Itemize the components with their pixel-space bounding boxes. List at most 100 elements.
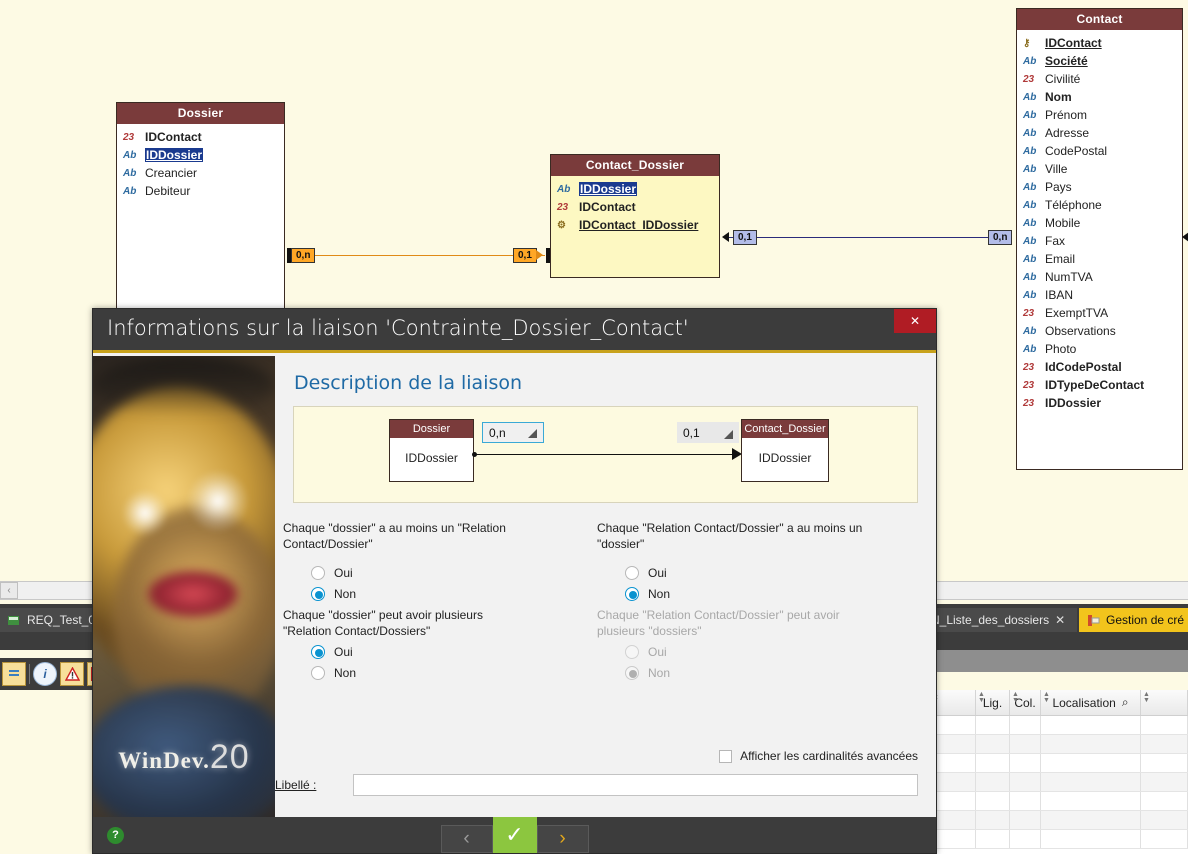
table-row[interactable] [930, 773, 1188, 792]
field-row[interactable]: 23 IdCodePostal [1023, 358, 1182, 376]
field-row[interactable]: 23 IDContact [557, 198, 719, 216]
dialog-footer: ? ‹ ✓ › [93, 817, 936, 853]
field-row[interactable]: Ab Ville [1023, 160, 1182, 178]
table-row[interactable] [930, 792, 1188, 811]
question-left-max-options: Oui Non [311, 641, 533, 683]
field-row[interactable]: 23 IDDossier [1023, 394, 1182, 412]
field-label: Fax [1045, 234, 1066, 248]
radio-left-max-non[interactable]: Non [311, 662, 533, 683]
radio-right-max-non: Non [625, 662, 887, 683]
radio-left-max-oui[interactable]: Oui [311, 641, 533, 662]
table-row[interactable] [930, 830, 1188, 849]
field-row[interactable]: ⚙ IDContact_IDDossier [557, 216, 719, 234]
entity-dossier[interactable]: Dossier 23 IDContact Ab IDDossier Ab Cre… [116, 102, 285, 311]
radio-right-min-non[interactable]: Non [625, 583, 907, 604]
grid-header-end[interactable]: ▲ ▼ [1141, 690, 1188, 715]
tab-en-liste-des-dossiers[interactable]: EN_Liste_des_dossiers ✕ [915, 608, 1077, 632]
preview-entity-right-name: Contact_Dossier [742, 420, 828, 438]
field-row[interactable]: Ab Pays [1023, 178, 1182, 196]
field-row[interactable]: Ab IBAN [1023, 286, 1182, 304]
text-icon: Ab [1023, 235, 1037, 247]
checkbox-icon[interactable] [719, 749, 733, 763]
question-left-min-options: Oui Non [311, 562, 583, 604]
close-button[interactable]: ✕ [894, 309, 936, 333]
cardinality-0n-right[interactable]: 0,n [988, 230, 1013, 245]
field-row[interactable]: 23 Civilité [1023, 70, 1182, 88]
table-row[interactable] [930, 716, 1188, 735]
close-icon[interactable]: ✕ [1055, 613, 1065, 627]
grid-header-lig[interactable]: ▲ ▼ Lig. [976, 690, 1010, 715]
left-cardinality-select[interactable]: 0,n [482, 422, 544, 443]
field-row[interactable]: Ab Société [1023, 52, 1182, 70]
link-contactdossier-contact[interactable] [726, 237, 988, 238]
link-preview-diagram: Dossier IDDossier 0,n 0,1 Contact_Dossie… [293, 406, 918, 503]
radio-right-min-oui[interactable]: Oui [625, 562, 907, 583]
field-row[interactable]: Ab Mobile [1023, 214, 1182, 232]
field-row[interactable]: Ab IDDossier [123, 146, 284, 164]
preview-entity-right[interactable]: Contact_Dossier IDDossier [741, 419, 829, 482]
radio-label: Non [334, 665, 357, 680]
text-icon: Ab [1023, 145, 1037, 157]
search-icon[interactable]: ⌕ [1122, 695, 1129, 710]
grid-header-localisation[interactable]: ▲ ▼ Localisation ⌕ [1041, 690, 1141, 715]
radio-left-min-oui[interactable]: Oui [311, 562, 583, 583]
field-row[interactable]: Ab Adresse [1023, 124, 1182, 142]
field-row[interactable]: Ab Prénom [1023, 106, 1182, 124]
number-icon: 23 [1023, 397, 1035, 409]
question-right-max: Chaque "Relation Contact/Dossier" peut a… [597, 607, 887, 683]
tab-gestion-de-cre[interactable]: Gestion de cré [1079, 608, 1188, 632]
field-row[interactable]: Ab Photo [1023, 340, 1182, 358]
field-row[interactable]: Ab Email [1023, 250, 1182, 268]
field-row[interactable]: Ab Nom [1023, 88, 1182, 106]
advanced-cardinalities-row[interactable]: Afficher les cardinalités avancées [719, 749, 918, 763]
previous-button[interactable]: ‹ [440, 825, 493, 853]
dialog-titlebar: Informations sur la liaison 'Contrainte_… [93, 309, 936, 353]
table-row[interactable] [930, 754, 1188, 773]
preview-entity-right-field: IDDossier [758, 451, 812, 465]
cardinality-01-left[interactable]: 0,1 [513, 248, 537, 263]
next-button[interactable]: › [536, 825, 589, 853]
radio-left-min-non[interactable]: Non [311, 583, 583, 604]
help-button[interactable]: ? [107, 826, 124, 844]
dialog-content: Description de la liaison Dossier IDDoss… [275, 356, 936, 817]
table-row[interactable] [930, 735, 1188, 754]
link-information-dialog[interactable]: Informations sur la liaison 'Contrainte_… [92, 308, 937, 854]
scroll-left-button[interactable]: ‹ [0, 582, 18, 599]
entity-contact[interactable]: Contact ⚷ IDContact Ab Société 23 Civilité … [1016, 8, 1183, 470]
radio-label: Oui [334, 644, 353, 659]
field-label: IdCodePostal [1045, 360, 1122, 374]
entity-contact-dossier[interactable]: Contact_Dossier Ab IDDossier 23 IDContac… [550, 154, 720, 278]
field-row[interactable]: Ab Observations [1023, 322, 1182, 340]
field-row[interactable]: Ab NumTVA [1023, 268, 1182, 286]
entity-dossier-fields: 23 IDContact Ab IDDossier Ab Creancier A… [117, 124, 284, 204]
table-row[interactable] [930, 811, 1188, 830]
field-row[interactable]: Ab Creancier [123, 164, 284, 182]
field-row[interactable]: Ab CodePostal [1023, 142, 1182, 160]
field-row[interactable]: ⚷ IDContact [1023, 34, 1182, 52]
results-grid[interactable]: ▲▼ ▲▼Lig. ▲▼Col. ▲▼Localisation⌕ ▲▼ [930, 690, 1188, 854]
field-row[interactable]: Ab Fax [1023, 232, 1182, 250]
field-row[interactable]: 23 ExemptTVA [1023, 304, 1182, 322]
field-row[interactable]: Ab Téléphone [1023, 196, 1182, 214]
warning-icon[interactable] [60, 662, 84, 686]
field-row[interactable]: Ab Debiteur [123, 182, 284, 200]
field-row[interactable]: 23 IDTypeDeContact [1023, 376, 1182, 394]
info-icon[interactable]: i [33, 662, 57, 686]
field-label: IDDossier [579, 182, 638, 196]
text-icon: Ab [1023, 55, 1037, 67]
filter-icon[interactable] [2, 662, 26, 686]
cardinality-01-right[interactable]: 0,1 [733, 230, 757, 245]
section-title: Description de la liaison [294, 372, 523, 394]
cardinality-0n-left[interactable]: 0,n [291, 248, 316, 263]
field-row[interactable]: 23 IDContact [123, 128, 284, 146]
libelle-input[interactable] [353, 774, 918, 796]
grid-header-col[interactable]: ▲ ▼ Col. [1010, 690, 1041, 715]
question-right-min-options: Oui Non [625, 562, 907, 604]
right-cardinality-select[interactable]: 0,1 [677, 422, 739, 443]
ok-button[interactable]: ✓ [492, 817, 537, 853]
project-icon [1087, 614, 1100, 627]
field-label: Nom [1045, 90, 1072, 104]
link-dossier-contactdossier[interactable] [290, 255, 545, 256]
preview-entity-left[interactable]: Dossier IDDossier [389, 419, 474, 482]
field-row[interactable]: Ab IDDossier [557, 180, 719, 198]
